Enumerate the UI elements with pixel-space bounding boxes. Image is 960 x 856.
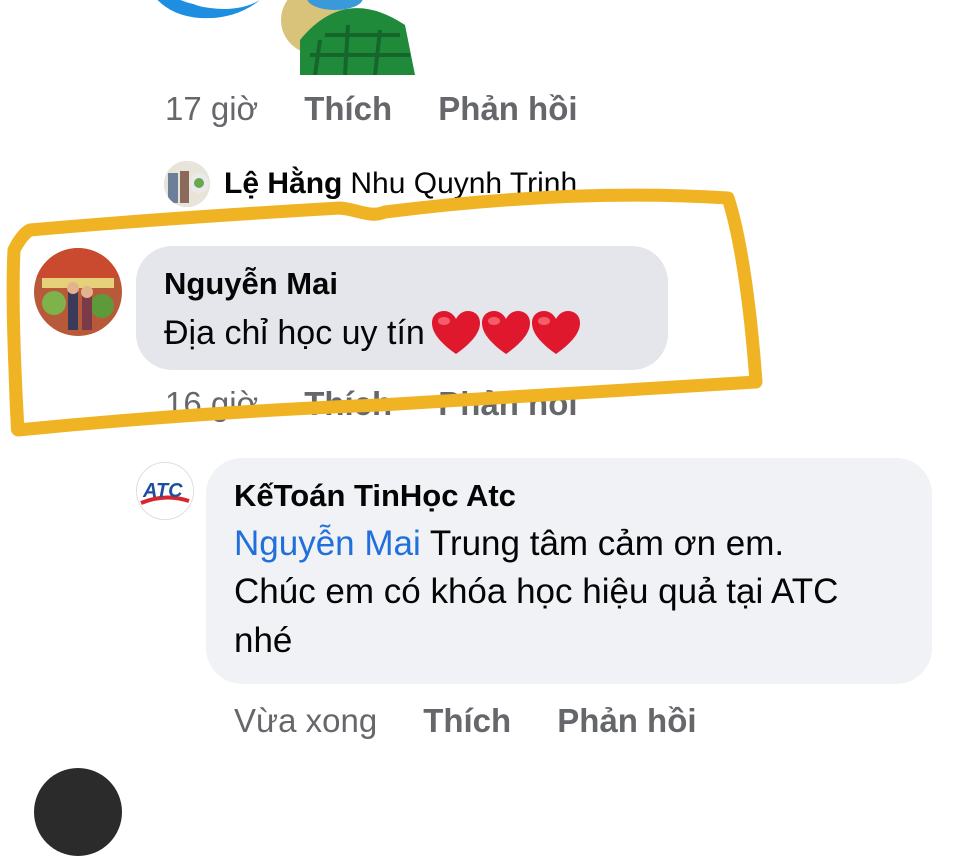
avatar-photo-icon bbox=[164, 161, 210, 207]
atc-reply-time: Vừa xong bbox=[234, 702, 378, 739]
collapsed-reply-preview: Nhu Quynh Trinh bbox=[350, 167, 578, 200]
atc-reply-actions: Vừa xong Thích Phản hồi bbox=[234, 702, 697, 740]
svg-text:ATC: ATC bbox=[142, 480, 183, 502]
avatar-ketoan-tinhoc-atc[interactable]: ATC bbox=[136, 462, 194, 520]
comment-text: Địa chỉ học uy tín bbox=[164, 313, 425, 352]
nguyen-mai-comment-time: 16 giờ bbox=[165, 385, 259, 422]
comment-text-row: Địa chỉ học uy tín bbox=[164, 308, 583, 358]
collapsed-reply-row[interactable]: Lệ Hằng Nhu Quynh Trinh bbox=[164, 160, 644, 208]
reply-bubble-atc: KếToán TinHọc Atc Nguyễn Mai Trung tâm c… bbox=[206, 458, 932, 684]
avatar-next-comment[interactable] bbox=[34, 768, 122, 856]
heart-icon bbox=[531, 311, 580, 354]
avatar-le-hang[interactable] bbox=[164, 161, 210, 207]
nguyen-mai-reply-button[interactable]: Phản hồi bbox=[438, 385, 577, 423]
top-comment-time: 17 giờ bbox=[165, 90, 259, 127]
sticker-fragment-blue bbox=[157, 0, 260, 19]
atc-reply-reply-button[interactable]: Phản hồi bbox=[557, 702, 696, 740]
nguyen-mai-comment-actions: 16 giờ Thích Phản hồi bbox=[165, 385, 578, 423]
atc-reply-like-button[interactable]: Thích bbox=[423, 702, 511, 740]
reply-text-block: Nguyễn Mai Trung tâm cảm ơn em. Chúc em … bbox=[234, 520, 874, 665]
heart-icon bbox=[481, 311, 530, 354]
nguyen-mai-like-button[interactable]: Thích bbox=[304, 385, 392, 423]
sticker-fragment-turtle bbox=[281, 0, 415, 75]
atc-logo-icon: ATC bbox=[137, 463, 193, 519]
comment-bubble-nguyen-mai: Nguyễn Mai Địa chỉ học uy tín bbox=[136, 246, 668, 370]
avatar-photo-icon bbox=[34, 248, 122, 336]
collapsed-reply-name[interactable]: Lệ Hằng bbox=[224, 167, 342, 201]
mention-link[interactable]: Nguyễn Mai bbox=[234, 524, 421, 563]
heart-emojis bbox=[431, 308, 583, 358]
avatar-nguyen-mai[interactable] bbox=[34, 248, 122, 336]
top-comment-like-button[interactable]: Thích bbox=[304, 90, 392, 128]
comment-author-name[interactable]: Nguyễn Mai bbox=[164, 266, 338, 302]
heart-icon bbox=[431, 311, 480, 354]
reply-author-name[interactable]: KếToán TinHọc Atc bbox=[234, 478, 516, 514]
top-comment-actions: 17 giờ Thích Phản hồi bbox=[165, 90, 578, 128]
top-comment-reply-button[interactable]: Phản hồi bbox=[438, 90, 577, 128]
